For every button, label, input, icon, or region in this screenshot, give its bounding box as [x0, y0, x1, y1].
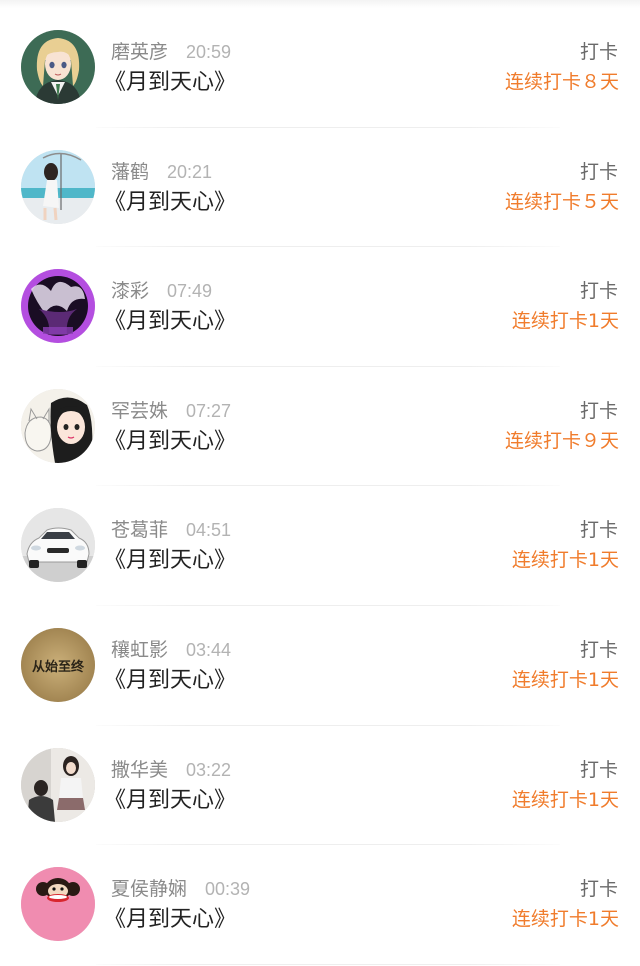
user-name[interactable]: 撒华美 [111, 759, 168, 781]
streak-label: 连续打卡1天 [511, 310, 619, 333]
checkin-time: 20:59 [186, 42, 232, 62]
user-meta: 穰虹影 03:44 [111, 637, 231, 663]
user-meta: 磨英彦 20:59 [111, 39, 231, 65]
book-title[interactable]: 《月到天心》 [104, 427, 236, 457]
avatar-text: 从始至终 [32, 659, 85, 675]
checkin-time: 07:27 [186, 400, 232, 421]
checkin-type-label: 打卡 [579, 878, 618, 901]
book-title[interactable]: 《月到天心》 [104, 786, 236, 816]
list-item[interactable]: 撒华美 03:22 《月到天心》 打卡 连续打卡1天 [0, 726, 640, 846]
checkin-type-label: 打卡 [579, 41, 618, 63]
user-meta: 藩鹤 20:21 [111, 159, 212, 185]
checkin-time: 04:51 [186, 520, 232, 541]
user-meta: 漆彩 07:49 [111, 278, 212, 304]
streak-label: 连续打卡８天 [504, 71, 619, 93]
monkey-avatar-icon[interactable] [21, 867, 95, 942]
user-meta: 苍葛菲 04:51 [111, 517, 231, 543]
list-item[interactable]: 漆彩 07:49 《月到天心》 打卡 连续打卡1天 [0, 247, 640, 367]
streak-label: 连续打卡５天 [504, 190, 619, 213]
book-title[interactable]: 《月到天心》 [104, 68, 236, 98]
user-name[interactable]: 磨英彦 [111, 41, 168, 63]
list-item[interactable]: 罕芸姝 07:27 《月到天心》 打卡 连续打卡９天 [0, 367, 640, 487]
checkin-type-label: 打卡 [579, 399, 618, 422]
book-title[interactable]: 《月到天心》 [104, 905, 236, 935]
list-item[interactable]: 从始至终 穰虹影 03:44 《月到天心》 打卡 连续打卡1天 [0, 606, 640, 726]
checkin-time: 00:39 [205, 879, 251, 900]
checkin-type-label: 打卡 [579, 280, 618, 303]
user-name[interactable]: 藩鹤 [111, 161, 149, 183]
streak-label: 连续打卡1天 [511, 788, 619, 811]
user-name[interactable]: 苍葛菲 [111, 519, 168, 541]
checkin-time: 03:22 [186, 759, 232, 780]
user-name[interactable]: 罕芸姝 [111, 400, 168, 422]
user-meta: 罕芸姝 07:27 [111, 398, 231, 424]
checkin-type-label: 打卡 [579, 160, 618, 183]
user-name[interactable]: 漆彩 [111, 280, 149, 302]
streak-label: 连续打卡1天 [511, 668, 619, 691]
user-name[interactable]: 穰虹影 [111, 639, 168, 661]
text-avatar-icon[interactable]: 从始至终 [21, 627, 95, 702]
checkin-type-label: 打卡 [579, 638, 618, 661]
book-title[interactable]: 《月到天心》 [104, 546, 236, 576]
list-item[interactable]: 苍葛菲 04:51 《月到天心》 打卡 连续打卡1天 [0, 486, 640, 606]
book-title[interactable]: 《月到天心》 [104, 188, 236, 218]
checkin-type-label: 打卡 [579, 758, 618, 781]
anime-girl-avatar-icon[interactable] [21, 30, 95, 104]
streak-label: 连续打卡1天 [511, 908, 619, 931]
white-car-avatar-icon[interactable] [21, 508, 95, 583]
list-item[interactable]: 夏侯静娴 00:39 《月到天心》 打卡 连续打卡1天 [0, 845, 640, 965]
cartoon-girl-cat-avatar-icon[interactable] [21, 388, 95, 463]
checkin-list: 磨英彦 20:59 《月到天心》 打卡 连续打卡８天 藩鹤 20:21 《月到天心》… [0, 8, 640, 965]
user-meta: 夏侯静娴 00:39 [111, 876, 250, 902]
list-item[interactable]: 藩鹤 20:21 《月到天心》 打卡 连续打卡５天 [0, 128, 640, 248]
book-title[interactable]: 《月到天心》 [104, 666, 236, 696]
book-title[interactable]: 《月到天心》 [104, 307, 236, 337]
top-strip [0, 0, 640, 8]
checkin-time: 20:21 [167, 161, 213, 182]
checkin-time: 07:49 [167, 281, 213, 302]
user-meta: 撒华美 03:22 [111, 757, 231, 783]
purple-art-avatar-icon[interactable] [21, 269, 95, 344]
beach-girl-avatar-icon[interactable] [21, 149, 95, 224]
streak-label: 连续打卡1天 [511, 549, 619, 572]
user-name[interactable]: 夏侯静娴 [111, 878, 187, 900]
checkin-type-label: 打卡 [579, 519, 618, 542]
streak-label: 连续打卡９天 [504, 429, 619, 452]
list-item[interactable]: 磨英彦 20:59 《月到天心》 打卡 连续打卡８天 [0, 8, 640, 128]
couple-photo-avatar-icon[interactable] [21, 747, 95, 822]
checkin-time: 03:44 [186, 639, 232, 660]
divider [96, 963, 560, 965]
